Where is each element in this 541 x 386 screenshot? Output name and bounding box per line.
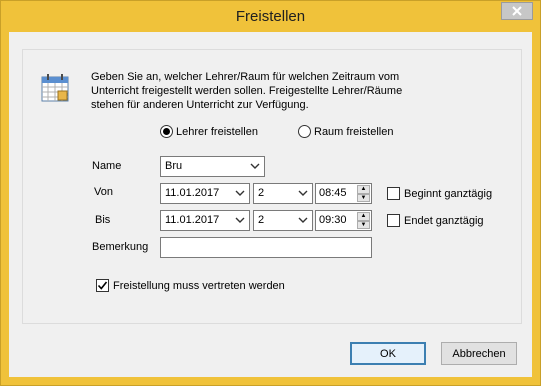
substitute-required-label: Freistellung muss vertreten werden (113, 279, 285, 292)
spin-down-icon[interactable]: ▼ (357, 193, 370, 202)
from-period-combobox[interactable]: 2 (253, 183, 313, 204)
to-allday-checkbox[interactable]: Endet ganztägig (387, 214, 484, 227)
to-date-picker[interactable]: 11.01.2017 (160, 210, 250, 231)
chevron-down-icon (250, 163, 260, 169)
from-date-value: 11.01.2017 (165, 187, 220, 199)
radio-indicator (298, 125, 311, 138)
radio-indicator (160, 125, 173, 138)
from-label: Von (94, 186, 113, 198)
from-date-picker[interactable]: 11.01.2017 (160, 183, 250, 204)
spin-down-icon[interactable]: ▼ (357, 220, 370, 229)
chevron-down-icon (235, 217, 245, 223)
teacher-radio[interactable]: Lehrer freistellen (160, 125, 258, 138)
to-period-combobox[interactable]: 2 (253, 210, 313, 231)
to-label: Bis (95, 214, 111, 226)
chevron-down-icon (298, 217, 308, 223)
spin-up-icon[interactable]: ▲ (357, 185, 370, 194)
remark-label: Bemerkung (92, 241, 149, 253)
ok-button[interactable]: OK (350, 342, 426, 365)
from-time-spinner[interactable]: 08:45 ▲ ▼ (315, 183, 372, 204)
to-time-spinner[interactable]: 09:30 ▲ ▼ (315, 210, 372, 231)
title-bar[interactable]: Freistellen (1, 1, 540, 32)
to-date-value: 11.01.2017 (165, 214, 220, 226)
from-time-value: 08:45 (319, 187, 347, 199)
room-radio[interactable]: Raum freistellen (298, 125, 393, 138)
name-label: Name (92, 160, 122, 172)
chevron-down-icon (235, 190, 245, 196)
dialog-window: Freistellen Geben Sie an, welcher Lehrer… (0, 0, 541, 386)
cancel-button[interactable]: Abbrechen (441, 342, 517, 365)
chevron-down-icon (298, 190, 308, 196)
to-allday-label: Endet ganztägig (404, 214, 484, 227)
checkbox-indicator (387, 187, 400, 200)
name-combobox[interactable]: Bru (160, 156, 265, 177)
spin-up-icon[interactable]: ▲ (357, 212, 370, 221)
remark-input[interactable] (160, 237, 372, 258)
to-period-value: 2 (258, 214, 265, 226)
from-allday-label: Beginnt ganztägig (404, 187, 493, 200)
close-icon (512, 6, 522, 16)
room-radio-label: Raum freistellen (314, 125, 394, 138)
name-value: Bru (165, 160, 183, 172)
calendar-icon (41, 74, 69, 102)
from-period-value: 2 (258, 187, 265, 199)
description-text: Geben Sie an, welcher Lehrer/Raum für we… (91, 71, 403, 111)
window-title: Freistellen (235, 8, 306, 25)
checkmark-icon (97, 281, 108, 290)
checkbox-indicator (387, 214, 400, 227)
teacher-radio-label: Lehrer freistellen (176, 125, 258, 138)
substitute-required-checkbox[interactable]: Freistellung muss vertreten werden (96, 279, 285, 292)
checkbox-indicator (96, 279, 109, 292)
dialog-client-area: Geben Sie an, welcher Lehrer/Raum für we… (9, 32, 532, 377)
from-allday-checkbox[interactable]: Beginnt ganztägig (387, 187, 492, 200)
to-time-value: 09:30 (319, 214, 347, 226)
close-button[interactable] (501, 2, 533, 20)
